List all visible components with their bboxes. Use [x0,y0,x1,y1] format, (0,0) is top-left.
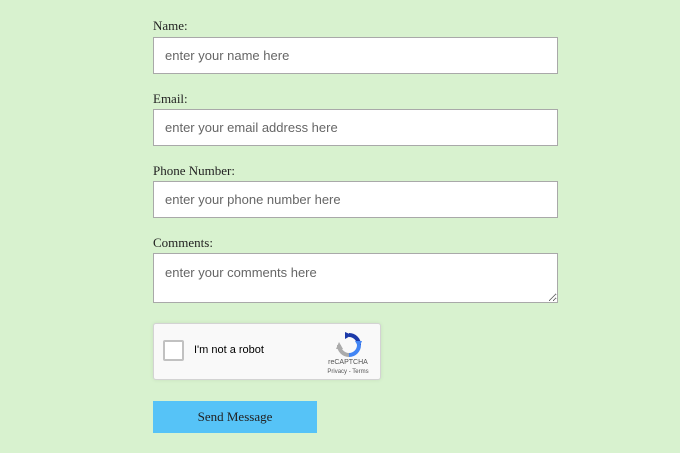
recaptcha-links: Privacy - Terms [317,369,379,375]
phone-label: Phone Number: [153,163,235,178]
send-message-button[interactable]: Send Message [153,401,317,433]
recaptcha-logo-icon [336,332,362,357]
recaptcha-brand: reCAPTCHA [328,359,368,366]
recaptcha-terms-link[interactable]: Terms [352,369,368,375]
email-input[interactable] [153,109,558,146]
recaptcha-label: I'm not a robot [194,344,264,356]
name-input[interactable] [153,37,558,74]
email-label: Email: [153,91,188,106]
recaptcha-widget: I'm not a robot reCAPTCHA Privacy - Term… [153,323,381,380]
comments-label: Comments: [153,235,213,250]
comments-textarea[interactable] [153,253,558,303]
recaptcha-checkbox[interactable] [163,340,184,361]
phone-input[interactable] [153,181,558,218]
name-label: Name: [153,18,188,33]
recaptcha-privacy-link[interactable]: Privacy [327,369,347,375]
